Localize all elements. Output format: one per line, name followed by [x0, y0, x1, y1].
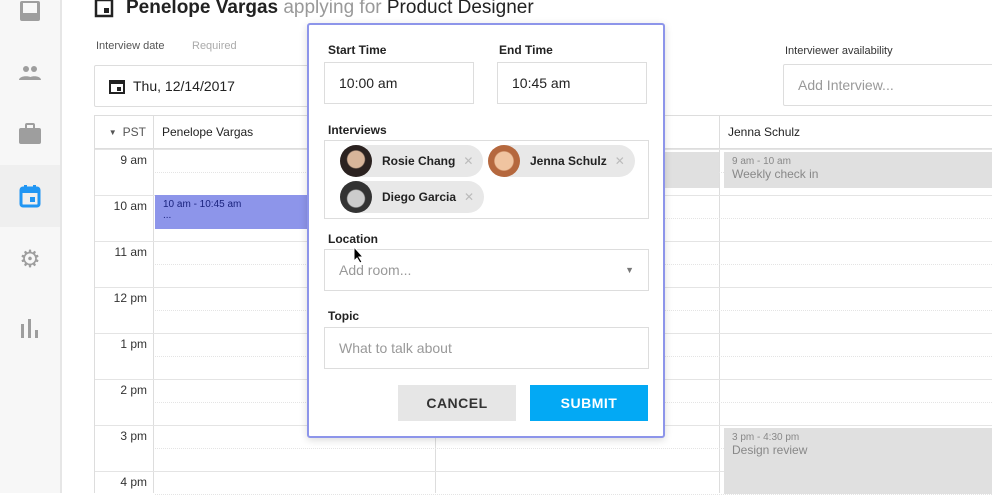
availability-label: Interviewer availability — [785, 45, 893, 57]
sidebar-item-settings[interactable]: ⚙ — [0, 228, 60, 290]
sidebar-item-reports[interactable] — [0, 297, 60, 359]
end-time-label: End Time — [499, 43, 553, 57]
cancel-button[interactable]: CANCEL — [398, 385, 516, 421]
column-header: Jenna Schulz — [720, 116, 992, 149]
date-value: Thu, 12/14/2017 — [133, 78, 235, 94]
schedule-interview-popup: Start Time 10:00 am End Time 10:45 am In… — [307, 23, 665, 438]
location-placeholder: Add room... — [339, 262, 412, 278]
interviewer-chip: Jenna Schulz ✕ — [488, 145, 635, 177]
end-time-input[interactable]: 10:45 am — [497, 62, 647, 104]
event-time: 9 am - 10 am — [732, 156, 791, 167]
remove-icon[interactable]: ✕ — [464, 190, 474, 204]
interviewer-name: Jenna Schulz — [530, 154, 607, 168]
add-interview-input[interactable]: Add Interview... — [783, 64, 992, 106]
hour-label: 3 pm — [120, 429, 147, 443]
hour-label: 2 pm — [120, 383, 147, 397]
topic-placeholder: What to talk about — [339, 340, 452, 356]
interviewer-chip: Diego Garcia ✕ — [340, 181, 485, 213]
avatar — [488, 145, 520, 177]
submit-button[interactable]: SUBMIT — [530, 385, 648, 421]
timezone-value: PST — [122, 125, 146, 139]
inbox-icon — [20, 1, 40, 21]
remove-icon[interactable]: ✕ — [463, 154, 473, 168]
sidebar: ⚙ — [0, 0, 62, 493]
start-time-label: Start Time — [328, 43, 387, 57]
location-label: Location — [328, 232, 378, 246]
sidebar-item-people[interactable] — [0, 42, 60, 104]
interview-date-field[interactable]: Thu, 12/14/2017 — [94, 65, 324, 107]
bar-chart-icon — [21, 319, 38, 338]
calendar-icon — [19, 185, 41, 208]
candidate-name: Penelope Vargas — [126, 0, 279, 18]
hour-label: 11 am — [114, 245, 147, 259]
avatar — [340, 181, 372, 213]
event-time: 3 pm - 4:30 pm — [732, 432, 800, 443]
remove-icon[interactable]: ✕ — [615, 154, 625, 168]
hour-label: 4 pm — [120, 475, 147, 489]
location-select[interactable]: Add room... ▼ — [324, 249, 649, 291]
topic-label: Topic — [328, 309, 360, 323]
sidebar-item-calendar[interactable] — [0, 165, 60, 227]
hour-label: 12 pm — [113, 291, 147, 305]
required-label: Required — [192, 40, 237, 52]
people-icon — [19, 66, 41, 80]
sidebar-item-inbox[interactable] — [0, 0, 60, 42]
event-selected[interactable]: 10 am - 10:45 am... — [155, 195, 307, 229]
hour-label: 1 pm — [120, 337, 147, 351]
calendar-icon — [94, 0, 114, 18]
interview-date-label: Interview date — [96, 40, 165, 52]
calendar-icon — [109, 80, 125, 94]
page-title: Penelope Vargas applying for Product Des… — [94, 0, 534, 19]
add-interview-placeholder: Add Interview... — [798, 77, 894, 93]
interviewer-chip: Rosie Chang ✕ — [340, 145, 484, 177]
interviewer-name: Rosie Chang — [382, 154, 456, 168]
role-name: Product Designer — [386, 0, 534, 18]
timezone-selector[interactable]: ▼ PST — [95, 116, 154, 149]
event-title: Weekly check in — [732, 167, 819, 181]
avatar — [340, 145, 372, 177]
end-time-value: 10:45 am — [512, 75, 571, 91]
event-title: Design review — [732, 443, 808, 457]
start-time-value: 10:00 am — [339, 75, 398, 91]
start-time-input[interactable]: 10:00 am — [324, 62, 474, 104]
event-time: 10 am - 10:45 am — [163, 199, 242, 210]
briefcase-icon — [19, 123, 41, 144]
mouse-cursor-icon — [353, 246, 365, 264]
hour-label: 10 am — [113, 199, 147, 213]
event-weekly-check-in[interactable]: 9 am - 10 am Weekly check in — [724, 152, 992, 188]
sidebar-item-jobs[interactable] — [0, 103, 60, 165]
hour-label: 9 am — [120, 153, 147, 167]
event-title: ... — [163, 210, 172, 221]
interviews-label: Interviews — [328, 123, 387, 137]
event-design-review[interactable]: 3 pm - 4:30 pm Design review — [724, 428, 992, 494]
interviewer-name: Diego Garcia — [382, 190, 457, 204]
applying-text: applying for — [283, 0, 382, 18]
dropdown-arrow-icon: ▼ — [625, 265, 634, 275]
topic-input[interactable]: What to talk about — [324, 327, 649, 369]
gear-icon: ⚙ — [19, 245, 41, 273]
